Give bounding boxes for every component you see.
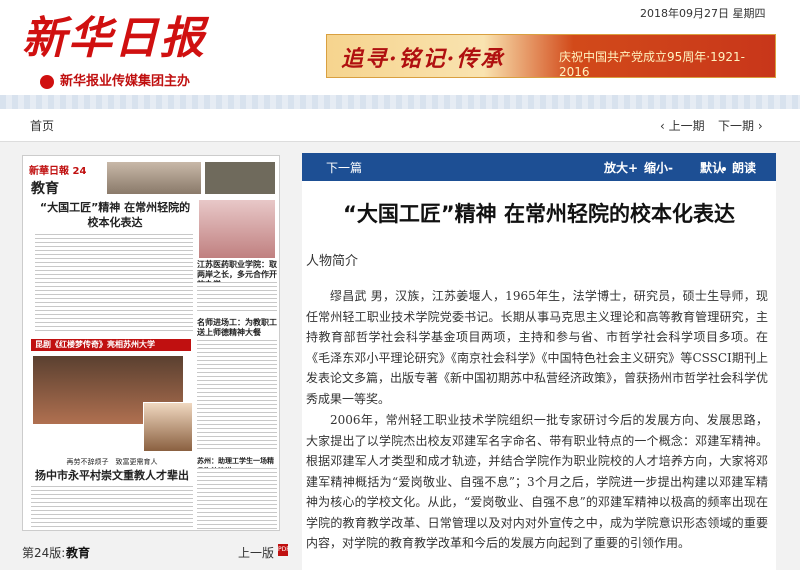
- prev-page-link[interactable]: 上一版: [238, 544, 274, 561]
- article-toolbar: 下一篇 放大+ 缩小- 默认 朗读: [302, 153, 776, 181]
- thumb-headline-opera[interactable]: 昆剧《红楼梦传奇》亮相苏州大学: [31, 339, 191, 351]
- enlarge-font-button[interactable]: 放大+: [604, 159, 638, 176]
- article-paragraph: 2006年，常州轻工职业技术学院组织一批专家研讨今后的发展方向、发展思路，大家提…: [306, 413, 768, 550]
- header-divider: [0, 95, 800, 109]
- thumb-headline-main[interactable]: “大国工匠”精神 在常州轻院的校本化表达: [35, 200, 195, 230]
- article-paragraph: 缪昌武 男，汉族，江苏姜堰人，1965年生，法学博士，研究员，硕士生导师，现任常…: [306, 289, 769, 406]
- pdf-icon[interactable]: PDF: [278, 544, 290, 556]
- next-issue-link[interactable]: 下一期 ›: [718, 117, 763, 134]
- thumb-ad: [205, 162, 275, 194]
- anniversary-banner[interactable]: 追寻·铭记·传承 庆祝中国共产党成立95周年·1921-2016: [326, 34, 776, 79]
- banner-slogan: 追寻·铭记·传承: [341, 46, 505, 72]
- thumb-text-block: [31, 486, 193, 530]
- default-font-button[interactable]: 默认: [700, 159, 724, 176]
- prev-issue-link[interactable]: ‹ 上一期: [660, 117, 705, 134]
- publisher-line: 新华报业传媒集团主办: [40, 70, 190, 89]
- page-thumbnail[interactable]: 新華日報 24 教育 “大国工匠”精神 在常州轻院的校本化表达 江苏医药职业学院…: [22, 155, 280, 531]
- publisher-text: 新华报业传媒集团主办: [60, 74, 191, 89]
- article-title: “大国工匠”精神 在常州轻院的校本化表达: [343, 202, 735, 226]
- next-article-button[interactable]: 下一篇: [326, 159, 362, 176]
- article-subhead: 人物简介: [306, 254, 359, 269]
- thumb-section: 教育: [31, 181, 59, 197]
- home-link[interactable]: 首页: [30, 117, 54, 134]
- issue-date: 2018年09月27日 星期四: [640, 7, 766, 20]
- prev-issue-label: 上一期: [668, 119, 705, 133]
- next-issue-label: 下一期: [718, 119, 755, 133]
- banner-caption: 庆祝中国共产党成立95周年·1921-2016: [559, 50, 745, 79]
- bullet-icon: [722, 167, 726, 171]
- issue-nav: 首页 ‹ 上一期 下一期 ›: [0, 109, 800, 142]
- thumb-text-block: [197, 282, 277, 314]
- thumb-headline-3[interactable]: 名师进场工：为教职工送上师德精神大餐: [197, 318, 277, 338]
- thumb-headline-4-kicker: 再劳不辞烦子 致富更需育人: [66, 458, 158, 466]
- thumb-text-block: [197, 340, 277, 450]
- shrink-font-button[interactable]: 缩小-: [644, 159, 673, 176]
- thumb-headline-4-text: 扬中市永平村崇文重教人才辈出: [35, 469, 189, 482]
- thumb-photo-portrait: [143, 402, 193, 452]
- thumb-masthead: 新華日報 24: [29, 166, 87, 177]
- thumb-text-block: [197, 468, 277, 530]
- thumb-photo-students: [199, 200, 275, 258]
- thumb-text-block: [35, 234, 193, 334]
- site-header: 新华日报 新华报业传媒集团主办 2018年09月27日 星期四 追寻·铭记·传承…: [0, 0, 800, 95]
- publisher-logo-icon: [40, 74, 54, 89]
- newspaper-logo[interactable]: 新华日报: [22, 2, 206, 66]
- page-bar: 第24版: 教育 上一版 PDF: [22, 540, 292, 564]
- thumb-top-photo: [107, 162, 201, 194]
- read-aloud-button[interactable]: 朗读: [732, 159, 756, 176]
- page-number: 第24版:: [22, 546, 66, 560]
- thumb-headline-4[interactable]: 再劳不辞烦子 致富更需育人扬中市永平村崇文重教人才辈出: [31, 456, 193, 482]
- page-name[interactable]: 教育: [66, 544, 90, 561]
